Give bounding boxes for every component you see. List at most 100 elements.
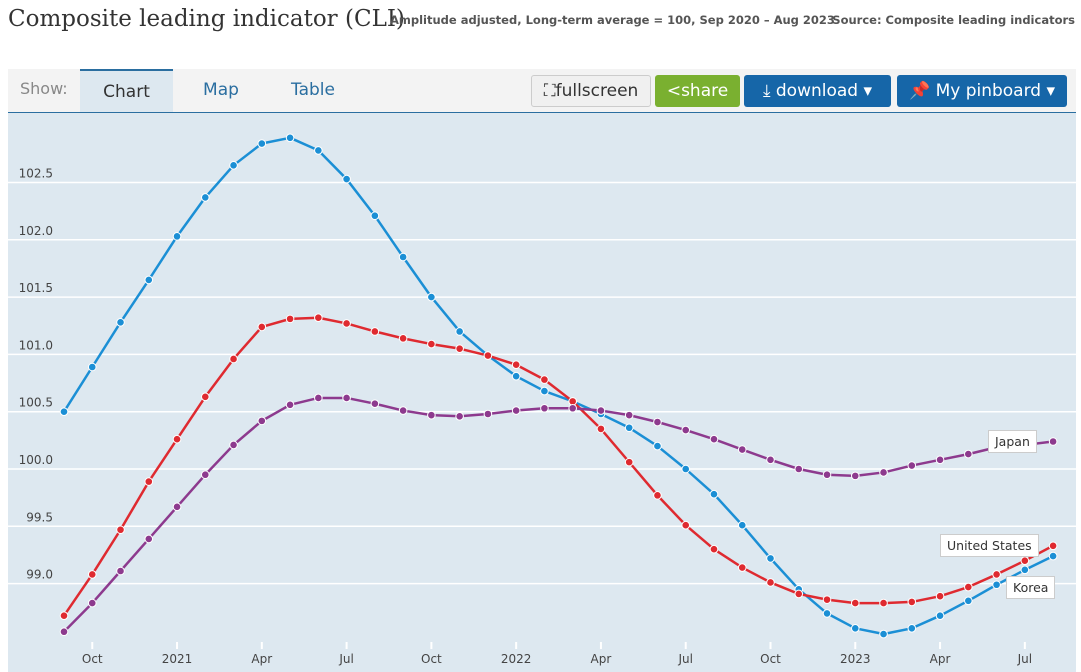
data-point-korea <box>116 318 125 327</box>
data-point-korea <box>201 193 210 202</box>
x-tick-label: Jul <box>338 652 353 666</box>
data-point-japan <box>427 410 436 420</box>
data-point-korea <box>342 174 351 184</box>
data-point-united-states <box>850 598 860 608</box>
data-point-united-states <box>483 351 493 360</box>
data-point-korea <box>1020 565 1030 575</box>
x-tick-label: Apr <box>251 652 272 666</box>
data-point-japan <box>87 598 97 608</box>
line-chart: 99.0 99.5 100.0 100.5 101.0 101.5 102.0 102.5 Oc… <box>8 133 1076 666</box>
data-point-japan <box>907 461 917 470</box>
x-tick-label: Apr <box>591 652 612 666</box>
y-tick-label: 99.5 <box>26 510 53 524</box>
data-point-korea <box>992 580 1001 590</box>
data-point-japan <box>483 409 493 419</box>
data-point-korea <box>822 609 832 618</box>
data-point-japan <box>144 534 154 544</box>
data-point-korea <box>737 520 747 530</box>
data-point-korea <box>455 327 464 336</box>
data-point-united-states <box>1048 541 1058 551</box>
x-tick-label: Jul <box>677 652 692 666</box>
data-point-korea <box>144 275 154 285</box>
data-point-united-states <box>59 611 69 620</box>
data-point-japan <box>172 502 182 512</box>
data-point-korea <box>172 232 182 241</box>
data-point-united-states <box>398 334 408 343</box>
data-point-united-states <box>624 457 634 467</box>
x-tick-label: Oct <box>82 652 103 666</box>
data-point-united-states <box>314 313 323 323</box>
series-label-japan: Japan <box>988 430 1037 453</box>
data-point-united-states <box>1020 556 1030 565</box>
data-point-korea <box>370 211 380 221</box>
data-point-japan <box>737 445 747 454</box>
data-point-japan <box>59 627 69 637</box>
data-point-japan <box>229 440 238 450</box>
data-point-japan <box>370 399 380 408</box>
data-point-united-states <box>540 375 549 384</box>
data-point-japan <box>568 403 577 413</box>
x-tick-label: Apr <box>930 652 951 666</box>
data-point-united-states <box>285 314 295 324</box>
data-point-united-states <box>342 319 351 328</box>
data-point-japan <box>624 410 634 420</box>
data-point-japan <box>964 449 973 459</box>
data-point-japan <box>342 393 351 403</box>
data-point-japan <box>879 468 888 477</box>
data-point-japan <box>1048 437 1058 446</box>
data-point-united-states <box>455 344 464 353</box>
data-point-korea <box>653 441 662 451</box>
data-point-united-states <box>681 520 691 530</box>
data-point-united-states <box>201 392 210 402</box>
x-tick-label: Oct <box>760 652 781 666</box>
data-point-japan <box>511 406 521 415</box>
data-point-united-states <box>257 322 267 332</box>
data-point-united-states <box>879 598 888 608</box>
data-point-korea <box>87 362 97 372</box>
data-point-united-states <box>87 570 97 579</box>
data-point-united-states <box>511 360 521 370</box>
data-point-united-states <box>709 544 719 554</box>
data-point-korea <box>709 489 719 499</box>
data-point-korea <box>427 292 436 302</box>
data-point-korea <box>540 386 549 396</box>
y-tick-label: 102.5 <box>19 167 53 181</box>
data-point-united-states <box>737 563 747 572</box>
data-point-korea <box>964 596 973 606</box>
data-point-japan <box>935 455 945 465</box>
data-point-japan <box>681 425 691 435</box>
data-point-korea <box>624 423 634 433</box>
y-tick-label: 101.5 <box>19 281 53 295</box>
x-tick-label: 2022 <box>501 652 532 666</box>
data-point-japan <box>314 393 323 403</box>
data-point-united-states <box>229 354 238 364</box>
series-label-united-states: United States <box>940 534 1039 557</box>
data-point-korea <box>511 371 521 381</box>
series-label-korea: Korea <box>1006 576 1056 599</box>
data-point-united-states <box>907 597 917 607</box>
data-point-japan <box>794 464 804 474</box>
data-point-united-states <box>964 582 973 592</box>
data-point-united-states <box>172 434 182 444</box>
data-point-korea <box>59 407 69 417</box>
series-line-japan <box>63 396 1054 633</box>
data-point-korea <box>314 146 323 155</box>
data-point-korea <box>1048 551 1058 561</box>
data-point-japan <box>596 406 606 415</box>
data-point-japan <box>116 566 125 576</box>
data-point-united-states <box>794 589 804 599</box>
data-point-japan <box>398 406 408 415</box>
data-point-korea <box>850 623 860 633</box>
data-point-korea <box>257 139 267 148</box>
data-point-korea <box>229 161 238 170</box>
y-tick-label: 101.0 <box>19 338 53 352</box>
data-point-japan <box>709 434 719 444</box>
data-point-united-states <box>992 570 1001 579</box>
data-point-japan <box>850 471 860 481</box>
data-point-korea <box>935 611 945 620</box>
y-tick-label: 100.0 <box>19 453 53 467</box>
y-tick-label: 99.0 <box>26 568 53 582</box>
data-point-united-states <box>370 327 380 336</box>
data-point-japan <box>257 416 267 426</box>
data-point-japan <box>285 400 295 410</box>
